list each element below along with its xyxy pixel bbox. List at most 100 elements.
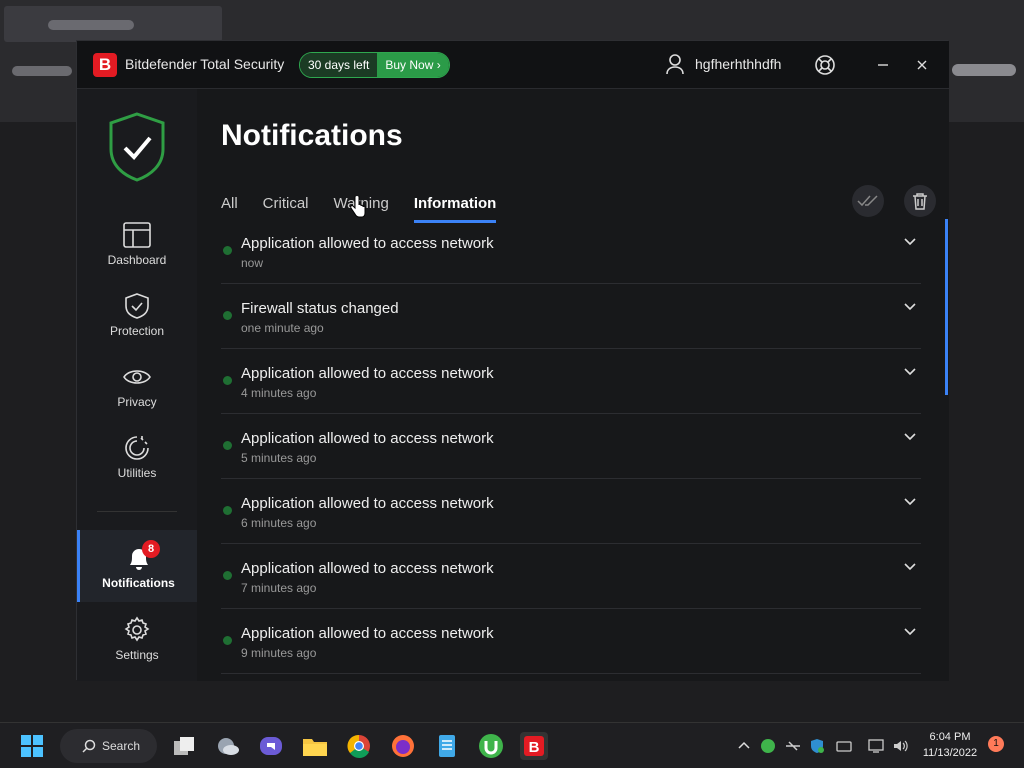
protected-shield-icon <box>109 112 165 182</box>
trial-pill[interactable]: 30 days left Buy Now › <box>299 52 450 78</box>
app-title: Bitdefender Total Security <box>125 56 285 72</box>
sidebar-item-label: Notifications <box>102 576 175 590</box>
eye-icon <box>123 370 151 384</box>
status-dot <box>223 571 232 580</box>
user-account[interactable]: hgfherhthhdfh <box>665 53 781 75</box>
notification-title: Application allowed to access network <box>241 235 494 252</box>
notification-time: 9 minutes ago <box>241 646 317 660</box>
close-icon[interactable] <box>910 53 934 77</box>
buy-now-button[interactable]: Buy Now › <box>377 53 449 77</box>
sidebar-divider <box>97 511 177 512</box>
volume-icon[interactable] <box>892 738 908 754</box>
notification-title: Application allowed to access network <box>241 430 494 447</box>
support-icon[interactable] <box>813 53 837 77</box>
notification-list: Application allowed to access network no… <box>221 219 921 674</box>
search-icon <box>82 739 96 753</box>
status-dot <box>223 636 232 645</box>
utorrent-icon[interactable] <box>477 732 505 760</box>
chevron-down-icon[interactable] <box>903 625 917 639</box>
mark-all-read-button[interactable] <box>852 185 884 217</box>
network-off-icon[interactable] <box>785 738 801 754</box>
teams-chat-icon[interactable] <box>257 732 285 760</box>
dashboard-icon <box>123 222 151 248</box>
background-tab <box>4 6 222 42</box>
notification-title: Firewall status changed <box>241 300 399 317</box>
sidebar: Dashboard Protection Privacy Utilities 8… <box>77 89 197 681</box>
chevron-up-icon[interactable] <box>736 738 752 754</box>
clock-date: 11/13/2022 <box>922 747 978 759</box>
notification-time: 6 minutes ago <box>241 516 317 530</box>
sidebar-item-privacy[interactable]: Privacy <box>77 363 197 433</box>
trash-icon <box>913 193 927 210</box>
notification-time: one minute ago <box>241 321 324 335</box>
chevron-down-icon[interactable] <box>903 235 917 249</box>
chrome-icon[interactable] <box>345 732 373 760</box>
sidebar-item-label: Protection <box>109 324 165 338</box>
notification-row[interactable]: Firewall status changed one minute ago <box>221 284 921 349</box>
defender-shield-icon[interactable] <box>809 738 825 754</box>
keyboard-icon[interactable] <box>836 738 852 754</box>
search-label: Search <box>102 739 141 753</box>
notepad-icon[interactable] <box>433 732 461 760</box>
taskbar-clock[interactable]: 6:04 PM 11/13/2022 <box>916 729 984 761</box>
firefox-icon[interactable] <box>389 732 417 760</box>
background-control <box>12 66 72 76</box>
background-control <box>952 64 1016 76</box>
shield-icon <box>125 293 149 319</box>
delete-all-button[interactable] <box>904 185 936 217</box>
notification-time: now <box>241 256 264 270</box>
chevron-down-icon[interactable] <box>903 495 917 509</box>
windows-start-icon[interactable] <box>18 732 46 760</box>
title-bar: B Bitdefender Total Security 30 days lef… <box>77 41 949 89</box>
sidebar-item-label: Utilities <box>117 466 157 480</box>
chevron-down-icon[interactable] <box>903 560 917 574</box>
clock-time: 6:04 PM <box>929 731 971 743</box>
display-icon[interactable] <box>868 738 884 754</box>
notification-title: Application allowed to access network <box>241 365 494 382</box>
weather-widget-icon[interactable] <box>214 732 242 760</box>
sidebar-item-notifications[interactable]: 8 Notifications <box>77 530 197 602</box>
notification-time: 5 minutes ago <box>241 451 317 465</box>
sidebar-item-label: Privacy <box>117 395 157 409</box>
task-view-icon[interactable] <box>170 732 198 760</box>
notification-title: Application allowed to access network <box>241 495 494 512</box>
utorrent-tray-icon[interactable] <box>760 738 776 754</box>
notification-title: Application allowed to access network <box>241 625 494 642</box>
chevron-down-icon[interactable] <box>903 365 917 379</box>
file-explorer-icon[interactable] <box>301 732 329 760</box>
status-dot <box>223 506 232 515</box>
hand-cursor-icon <box>350 196 366 218</box>
notification-row[interactable]: Application allowed to access network 4 … <box>221 349 921 414</box>
main-panel: Notifications All Critical Warning Infor… <box>197 89 949 681</box>
status-dot <box>223 376 232 385</box>
status-dot <box>223 311 232 320</box>
notification-time: 4 minutes ago <box>241 386 317 400</box>
notification-row[interactable]: Application allowed to access network 7 … <box>221 544 921 609</box>
notification-center-badge[interactable]: 1 <box>988 736 1004 752</box>
chevron-down-icon[interactable] <box>903 300 917 314</box>
minimize-icon[interactable] <box>871 53 895 77</box>
bitdefender-logo-icon: B <box>93 53 117 77</box>
notification-row[interactable]: Application allowed to access network no… <box>221 219 921 284</box>
trial-days-label: 30 days left <box>300 53 378 77</box>
notification-row[interactable]: Application allowed to access network 6 … <box>221 479 921 544</box>
utilities-icon <box>125 436 149 460</box>
scrollbar[interactable] <box>945 219 948 395</box>
double-check-icon <box>857 195 878 207</box>
chevron-down-icon[interactable] <box>903 430 917 444</box>
taskbar: Search B 6:04 PM 11/13/2022 1 <box>0 722 1024 768</box>
notification-row[interactable]: Application allowed to access network 9 … <box>221 609 921 674</box>
notification-row[interactable]: Application allowed to access network 5 … <box>221 414 921 479</box>
sidebar-item-dashboard[interactable]: Dashboard <box>77 221 197 291</box>
taskbar-search[interactable]: Search <box>60 729 157 763</box>
sidebar-item-settings[interactable]: Settings <box>77 616 197 686</box>
notification-time: 7 minutes ago <box>241 581 317 595</box>
username: hgfherhthhdfh <box>695 56 782 72</box>
bitdefender-taskbar-icon[interactable]: B <box>520 732 548 760</box>
sidebar-item-utilities[interactable]: Utilities <box>77 434 197 504</box>
sidebar-item-protection[interactable]: Protection <box>77 292 197 362</box>
svg-text:B: B <box>529 739 540 756</box>
sidebar-item-label: Settings <box>115 648 159 662</box>
buy-now-label: Buy Now <box>385 58 434 72</box>
app-window: B Bitdefender Total Security 30 days lef… <box>76 40 949 681</box>
